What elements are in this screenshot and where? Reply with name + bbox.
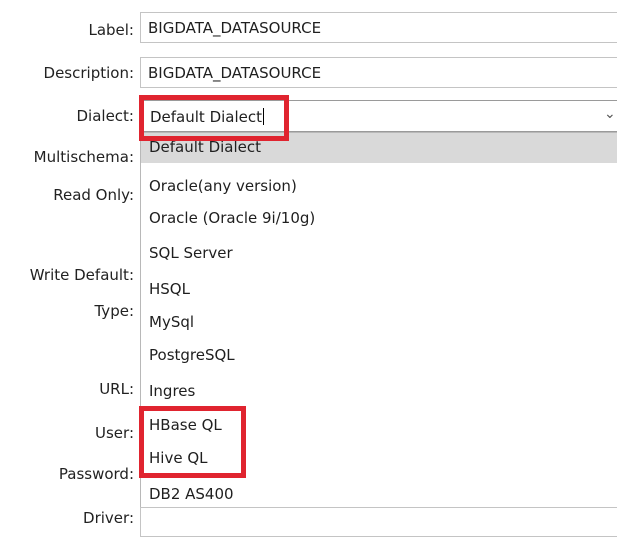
dialect-highlight-box [139, 95, 289, 141]
url-field-label: URL: [99, 380, 134, 398]
type-field-label: Type: [94, 302, 134, 320]
option-label: HSQL [149, 280, 190, 298]
option-label: SQL Server [149, 244, 233, 262]
option-label: DB2 AS400 [149, 485, 234, 503]
hbase-hive-highlight-box [139, 406, 246, 478]
dialect-option-hsql[interactable]: HSQL [141, 274, 617, 304]
option-label: Oracle(any version) [149, 177, 297, 195]
description-field-label: Description: [43, 64, 134, 82]
user-field-label: User: [95, 424, 134, 442]
driver-field-label: Driver: [83, 509, 134, 527]
option-label: Oracle (Oracle 9i/10g) [149, 209, 316, 227]
dialect-option-oracle-9i-10g[interactable]: Oracle (Oracle 9i/10g) [141, 201, 617, 231]
dialect-option-postgresql[interactable]: PostgreSQL [141, 341, 617, 371]
label-field-label: Label: [88, 21, 134, 39]
multischema-field-label: Multischema: [33, 148, 134, 166]
label-input[interactable]: BIGDATA_DATASOURCE [140, 12, 617, 43]
dialect-option-sql-server[interactable]: SQL Server [141, 241, 617, 271]
password-field-label: Password: [58, 465, 134, 483]
dialect-option-mysql[interactable]: MySql [141, 304, 617, 334]
description-input[interactable]: BIGDATA_DATASOURCE [140, 57, 617, 88]
read-only-field-label: Read Only: [53, 186, 134, 204]
option-label: MySql [149, 313, 195, 331]
dialect-option-oracle-any[interactable]: Oracle(any version) [141, 163, 617, 195]
write-default-field-label: Write Default: [29, 266, 134, 284]
chevron-down-icon[interactable]: ⌄ [604, 106, 616, 122]
option-label: PostgreSQL [149, 346, 235, 364]
dialect-field-label: Dialect: [76, 107, 135, 125]
option-label: Ingres [149, 382, 196, 400]
dialect-option-ingres[interactable]: Ingres [141, 377, 617, 407]
